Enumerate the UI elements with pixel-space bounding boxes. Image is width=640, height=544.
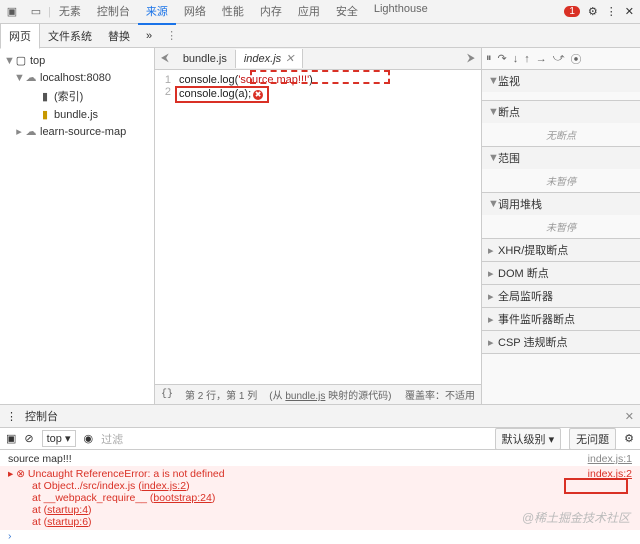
tab-security[interactable]: 安全 bbox=[328, 0, 366, 25]
section-全局监听器[interactable]: ▸全局监听器 bbox=[482, 285, 640, 307]
navigator-more-icon[interactable]: ⋮ bbox=[160, 29, 183, 42]
section-范围[interactable]: ▼范围 bbox=[482, 147, 640, 169]
section-事件监听器断点[interactable]: ▸事件监听器断点 bbox=[482, 308, 640, 330]
step-icon[interactable]: → bbox=[536, 53, 547, 65]
tab-console[interactable]: 控制台 bbox=[89, 0, 138, 25]
file-tab-index[interactable]: index.js✕ bbox=[236, 49, 304, 68]
tab-memory[interactable]: 内存 bbox=[252, 0, 290, 25]
devtools-topbar: ▣ ▭ | 无素 控制台 来源 网络 性能 内存 应用 安全 Lighthous… bbox=[0, 0, 640, 24]
level-selector[interactable]: 默认级别 ▾ bbox=[495, 428, 562, 450]
editor-status-bar: {} 第 2 行，第 1 列 (从 bundle.js 映射的源代码) 覆盖率：… bbox=[155, 384, 481, 404]
sidebar-toggle-icon[interactable]: ⮞ bbox=[461, 52, 481, 65]
mapped-link[interactable]: bundle.js bbox=[285, 391, 325, 402]
file-tabs: ⮜ bundle.js index.js✕ ⮞ bbox=[155, 48, 481, 70]
editor-pane: ⮜ bundle.js index.js✕ ⮞ 1 2 console.log(… bbox=[155, 48, 482, 404]
console-source-link[interactable]: index.js:1 bbox=[588, 453, 632, 465]
issues-button[interactable]: 无问题 bbox=[569, 428, 616, 450]
step-out-icon[interactable]: ↑ bbox=[524, 53, 530, 65]
deactivate-icon[interactable]: ⤻ bbox=[553, 52, 565, 65]
nav-index[interactable]: ▮(索引) bbox=[0, 86, 154, 106]
debugger-sidebar: ⏸ ↷ ↓ ↑ → ⤻ ⦿ ▼监视▼断点无断点▼范围未暂停▼调用堆栈未暂停▸XH… bbox=[482, 48, 640, 404]
panel-tabs: 无素 控制台 来源 网络 性能 内存 应用 安全 Lighthouse bbox=[51, 0, 558, 25]
nav-host[interactable]: ▼☁localhost:8080 bbox=[0, 69, 154, 86]
subtab-filesystem[interactable]: 文件系统 bbox=[40, 24, 100, 48]
step-into-icon[interactable]: ↓ bbox=[513, 53, 519, 65]
section-断点[interactable]: ▼断点 bbox=[482, 101, 640, 123]
close-tab-icon[interactable]: ✕ bbox=[285, 53, 294, 65]
sidebar-toggle-icon[interactable]: ▣ bbox=[6, 432, 16, 445]
nav-sourcemap[interactable]: ▸☁learn-source-map bbox=[0, 123, 154, 140]
nav-toggle-icon[interactable]: ⮜ bbox=[155, 52, 175, 65]
console-prompt[interactable]: › bbox=[0, 530, 640, 542]
trace-link[interactable]: bootstrap:24 bbox=[153, 492, 211, 504]
inspect-icon[interactable]: ▣ bbox=[4, 4, 20, 20]
code-editor[interactable]: 1 2 console.log('source map!!!') console… bbox=[155, 70, 481, 384]
section-监视[interactable]: ▼监视 bbox=[482, 70, 640, 92]
pause-exceptions-icon[interactable]: ⦿ bbox=[570, 51, 581, 67]
error-source-link[interactable]: index.js:2 bbox=[588, 468, 632, 480]
step-over-icon[interactable]: ↷ bbox=[498, 52, 507, 65]
console-drawer-header: ⋮ 控制台 ✕ bbox=[0, 404, 640, 428]
device-icon[interactable]: ▭ bbox=[28, 4, 44, 20]
section-CSP 违规断点[interactable]: ▸CSP 违规断点 bbox=[482, 331, 640, 353]
gear-icon[interactable]: ⚙ bbox=[588, 5, 598, 18]
trace-link[interactable]: index.js:2 bbox=[142, 480, 186, 492]
source-mapped: (从 bundle.js 映射的源代码) bbox=[269, 387, 391, 402]
error-marker-icon[interactable]: ✖ bbox=[253, 90, 263, 100]
tab-application[interactable]: 应用 bbox=[290, 0, 328, 25]
subtab-more[interactable]: » bbox=[138, 26, 160, 46]
format-icon[interactable]: {} bbox=[161, 389, 173, 400]
navigator-tabs: 网页 文件系统 替换 » ⋮ bbox=[0, 24, 640, 48]
context-selector[interactable]: top ▾ bbox=[42, 430, 76, 447]
eye-icon[interactable]: ◉ bbox=[84, 432, 94, 445]
error-badge[interactable]: 1 bbox=[564, 6, 580, 17]
console-title: 控制台 bbox=[17, 405, 66, 427]
console-output: source map!!! index.js:1 ▸ ⊗ Uncaught Re… bbox=[0, 450, 640, 544]
section-调用堆栈[interactable]: ▼调用堆栈 bbox=[482, 193, 640, 215]
more-icon[interactable]: ⋮ bbox=[606, 5, 617, 18]
trace-link[interactable]: startup:4 bbox=[47, 504, 88, 516]
file-tab-bundle[interactable]: bundle.js bbox=[175, 50, 236, 68]
tab-performance[interactable]: 性能 bbox=[214, 0, 252, 25]
cursor-position: 第 2 行，第 1 列 bbox=[185, 387, 257, 402]
close-icon[interactable]: ✕ bbox=[625, 5, 634, 18]
nav-bundle[interactable]: ▮bundle.js bbox=[0, 106, 154, 123]
console-filter[interactable]: 过滤 bbox=[101, 431, 486, 447]
trace-link[interactable]: startup:6 bbox=[47, 516, 88, 528]
tab-network[interactable]: 网络 bbox=[176, 0, 214, 25]
pause-icon[interactable]: ⏸ bbox=[486, 52, 492, 65]
console-close-icon[interactable]: ✕ bbox=[625, 410, 634, 423]
tab-elements[interactable]: 无素 bbox=[51, 0, 89, 25]
sources-main: ▼▢top ▼☁localhost:8080 ▮(索引) ▮bundle.js … bbox=[0, 48, 640, 404]
console-toolbar: ▣ ⊘ top ▾ ◉ 过滤 默认级别 ▾ 无问题 ⚙ bbox=[0, 428, 640, 450]
nav-top[interactable]: ▼▢top bbox=[0, 52, 154, 69]
subtab-page[interactable]: 网页 bbox=[0, 23, 40, 49]
coverage-info: 覆盖率：不适用 bbox=[405, 387, 475, 402]
debugger-controls: ⏸ ↷ ↓ ↑ → ⤻ ⦿ bbox=[482, 48, 640, 70]
console-log-line: source map!!! index.js:1 bbox=[0, 452, 640, 466]
section-XHR/提取断点[interactable]: ▸XHR/提取断点 bbox=[482, 239, 640, 261]
file-navigator: ▼▢top ▼☁localhost:8080 ▮(索引) ▮bundle.js … bbox=[0, 48, 155, 404]
section-DOM 断点[interactable]: ▸DOM 断点 bbox=[482, 262, 640, 284]
subtab-overrides[interactable]: 替换 bbox=[100, 24, 138, 48]
console-error: ▸ ⊗ Uncaught ReferenceError: a is not de… bbox=[0, 466, 640, 530]
tab-lighthouse[interactable]: Lighthouse bbox=[366, 0, 436, 25]
clear-console-icon[interactable]: ⊘ bbox=[24, 432, 33, 445]
console-more-icon[interactable]: ⋮ bbox=[6, 410, 17, 423]
tab-sources[interactable]: 来源 bbox=[138, 0, 176, 25]
console-settings-icon[interactable]: ⚙ bbox=[624, 432, 634, 445]
